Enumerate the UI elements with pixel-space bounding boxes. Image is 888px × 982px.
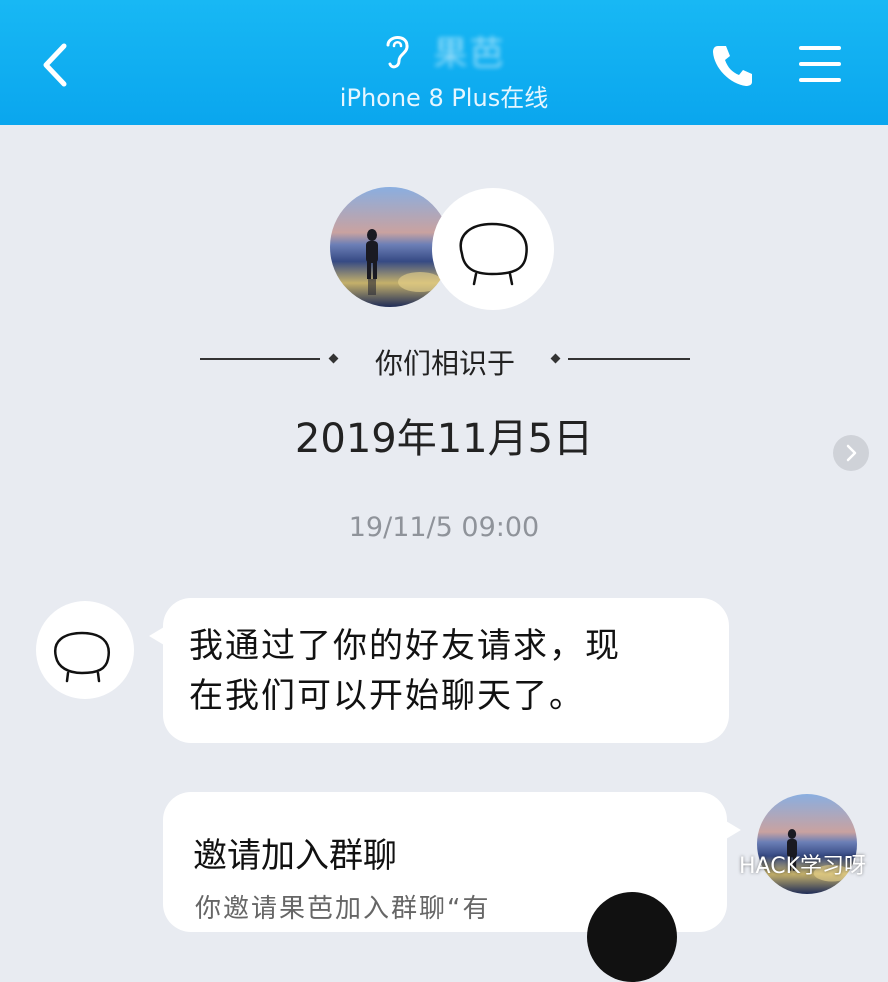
wechat-icon bbox=[695, 856, 726, 878]
met-since-divider: 你们相识于 bbox=[198, 340, 692, 380]
chevron-right-icon bbox=[846, 444, 857, 462]
menu-button[interactable] bbox=[797, 44, 843, 84]
contact-name[interactable]: 果芭 bbox=[434, 26, 506, 75]
group-avatar bbox=[587, 892, 677, 982]
contact-message-avatar[interactable] bbox=[36, 601, 134, 699]
met-since-label: 你们相识于 bbox=[374, 347, 515, 380]
invite-card-title: 邀请加入群聊 bbox=[193, 836, 397, 876]
divider-line-right bbox=[568, 358, 690, 360]
watermark: HACK学习呀 bbox=[694, 848, 866, 880]
met-since-date: 2019年11月5日 bbox=[294, 416, 594, 462]
hamburger-menu-icon bbox=[799, 46, 841, 82]
bubble-tail bbox=[149, 624, 169, 648]
side-expand-button[interactable] bbox=[833, 435, 869, 471]
contact-avatar[interactable] bbox=[432, 188, 554, 310]
message-timestamp: 19/11/5 09:00 bbox=[348, 512, 540, 543]
phone-icon bbox=[713, 46, 752, 86]
ear-icon bbox=[386, 35, 409, 68]
message-text-line1: 我通过了你的好友请求，现 bbox=[189, 626, 621, 666]
call-button[interactable] bbox=[708, 40, 758, 90]
watermark-text: HACK学习呀 bbox=[739, 854, 866, 879]
doodle-face-icon bbox=[459, 222, 528, 286]
message-text-line2: 在我们可以开始聊天了。 bbox=[189, 676, 585, 716]
bubble-tail bbox=[721, 818, 741, 842]
doodle-face-icon bbox=[53, 631, 111, 683]
message-bubble[interactable]: 我通过了你的好友请求，现 在我们可以开始聊天了。 bbox=[149, 598, 729, 743]
invite-card-description: 你邀请果芭加入群聊“有 bbox=[195, 894, 491, 924]
group-invite-card[interactable]: 邀请加入群聊 你邀请果芭加入群聊“有 bbox=[163, 792, 741, 982]
chat-header: 果芭 iPhone 8 Plus在线 bbox=[0, 0, 888, 125]
